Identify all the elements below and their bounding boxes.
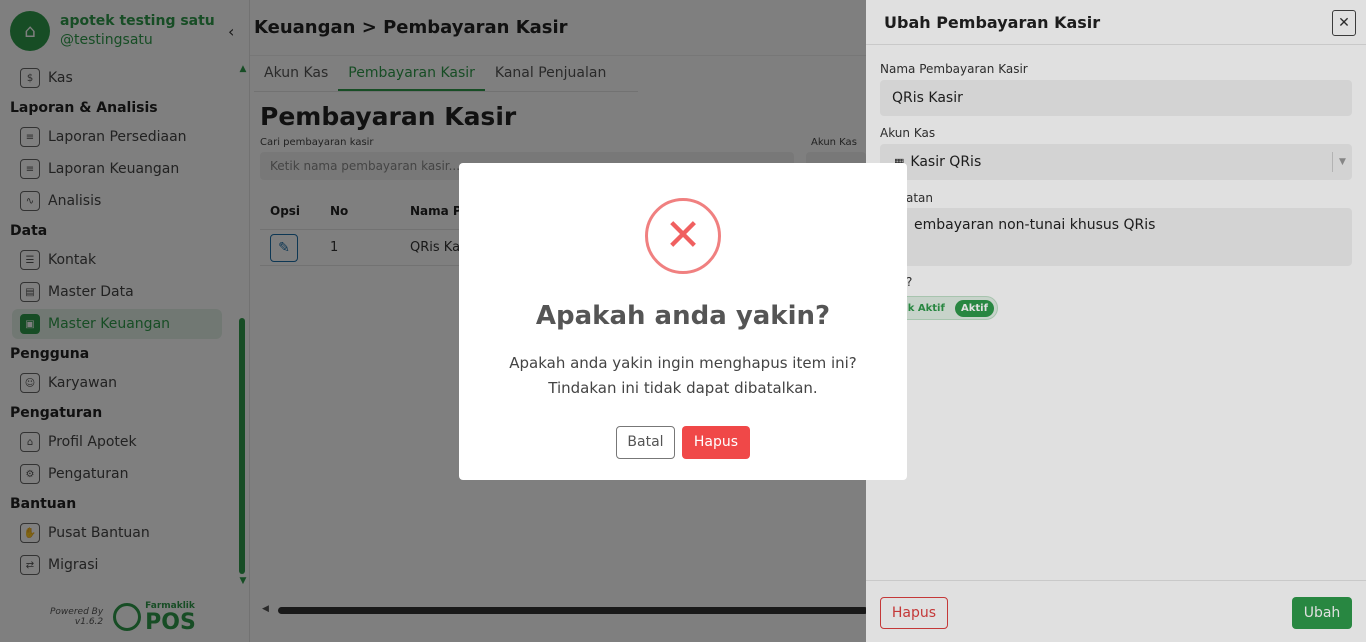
dialog-message-line1: Apakah anda yakin ingin menghapus item i… xyxy=(509,354,857,372)
error-x-icon: ✕ xyxy=(645,198,721,274)
dialog-message: Apakah anda yakin ingin menghapus item i… xyxy=(459,351,907,401)
drawer-dim xyxy=(866,0,1366,642)
confirm-delete-button[interactable]: Hapus xyxy=(682,426,750,459)
dialog-message-line2: Tindakan ini tidak dapat dibatalkan. xyxy=(548,379,818,397)
cancel-button[interactable]: Batal xyxy=(616,426,675,459)
confirm-dialog: ✕ Apakah anda yakin? Apakah anda yakin i… xyxy=(459,163,907,480)
dialog-title: Apakah anda yakin? xyxy=(535,301,831,331)
